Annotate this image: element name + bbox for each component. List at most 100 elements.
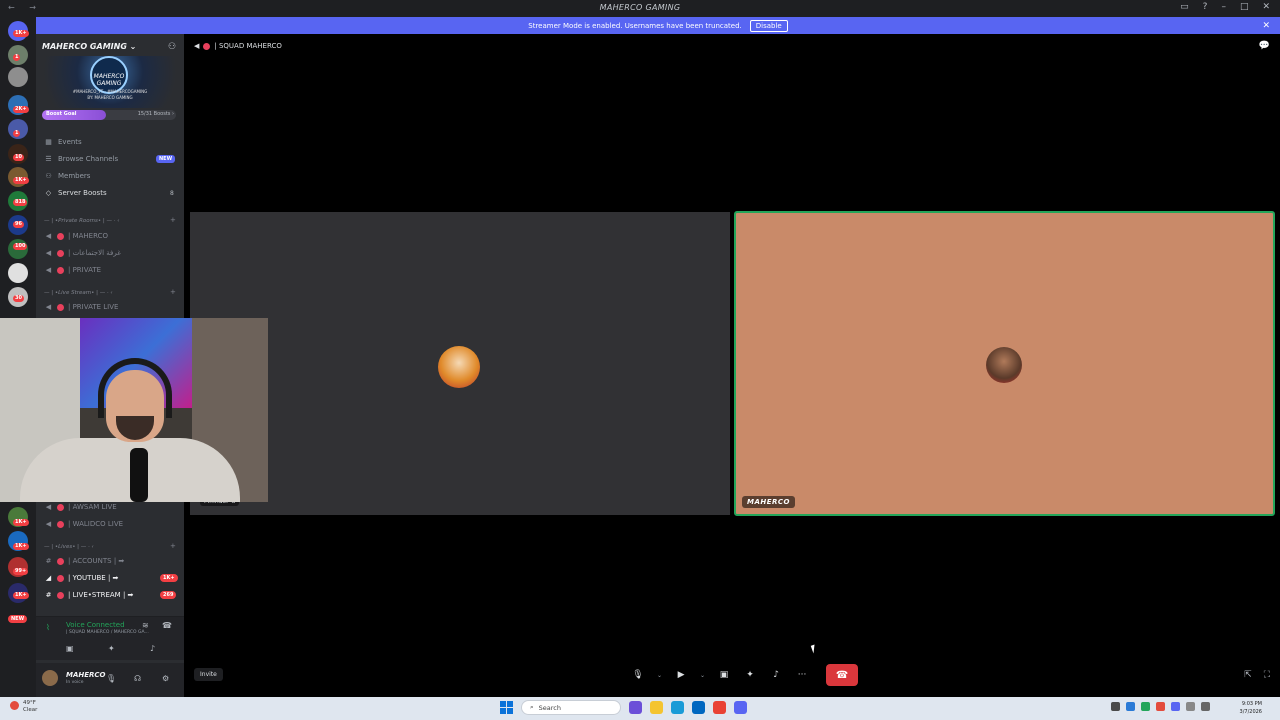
- text-channel-accounts[interactable]: # | ACCOUNTS | ➡: [44, 557, 125, 565]
- activities-icon[interactable]: ✦: [740, 665, 760, 685]
- fullscreen-icon[interactable]: ⛶: [1264, 670, 1270, 680]
- help-icon[interactable]: ?: [1203, 2, 1208, 12]
- tray-icon[interactable]: [1126, 702, 1135, 711]
- screen-share-icon[interactable]: ▣: [714, 665, 734, 685]
- activities-icon[interactable]: ✦: [108, 644, 115, 653]
- disable-streamer-mode-button[interactable]: Disable: [749, 19, 788, 32]
- inbox-icon[interactable]: ▭: [1180, 2, 1189, 12]
- user-status: In voice: [66, 680, 84, 685]
- server-banner-line: #MAHERCO_YT · #MAHERCOGAMING: [72, 89, 148, 94]
- voice-channel-meetings[interactable]: ◀ | غرفة الاجتماعات: [44, 249, 121, 257]
- user-panel: MAHERCO In voice 🎙 ☊ ⚙: [36, 663, 184, 697]
- participant-name-tag: MAHERCO: [742, 496, 796, 508]
- discord-icon[interactable]: [734, 701, 747, 714]
- server-icon[interactable]: [8, 263, 28, 283]
- participant-tile[interactable]: [190, 212, 730, 515]
- close-window-icon[interactable]: ✕: [1262, 2, 1270, 12]
- tray-icon[interactable]: [1111, 702, 1120, 711]
- store-icon[interactable]: [692, 701, 705, 714]
- voice-status[interactable]: Voice Connected: [66, 621, 125, 629]
- microphone-icon[interactable]: 🎙: [628, 665, 648, 685]
- members-item[interactable]: ⚇ Members: [44, 172, 90, 180]
- camera-off-icon[interactable]: ▶: [671, 665, 691, 685]
- voice-channel-awsam-live[interactable]: ◀ | AWSAM LIVE: [44, 503, 117, 511]
- mention-badge: 100: [13, 243, 28, 250]
- taskbar-search[interactable]: ⌕ Search: [521, 700, 621, 715]
- weather-icon: [10, 701, 19, 710]
- speaker-icon: ◀: [45, 503, 52, 511]
- chevron-down-icon[interactable]: ⌄: [697, 665, 708, 685]
- end-call-button[interactable]: ☎: [826, 664, 859, 686]
- announcement-icon: ◢: [45, 574, 52, 582]
- server-name-dropdown[interactable]: MAHERCO GAMING ⌄: [42, 42, 136, 51]
- chevron-down-icon[interactable]: ⌄: [654, 665, 665, 685]
- voice-call-area: ◀ | SQUAD MAHERCO 💬 M...ndoF a MAHERCO I…: [184, 34, 1280, 697]
- boost-goal-bar[interactable]: Boost Goal 15/31 Boosts ›: [42, 110, 176, 120]
- weather-widget[interactable]: 49°F Clear: [10, 700, 37, 714]
- mention-badge: 1K+: [13, 177, 29, 184]
- participant-tile-speaking[interactable]: MAHERCO: [734, 211, 1275, 516]
- call-controls: 🎙 ⌄ ▶ ⌄ ▣ ✦ ♪ ··· ☎: [628, 664, 859, 686]
- edge-icon[interactable]: [671, 701, 684, 714]
- close-banner-icon[interactable]: ✕: [1262, 21, 1270, 31]
- server-icon[interactable]: [8, 67, 28, 87]
- create-channel-icon[interactable]: +: [170, 542, 176, 550]
- category-private-rooms[interactable]: — | •Private Rooms• | — · ‹: [44, 218, 119, 224]
- server-boosts-item[interactable]: ◇ Server Boosts: [44, 189, 107, 197]
- noise-suppression-icon[interactable]: ≋: [142, 621, 149, 630]
- copilot-icon[interactable]: [629, 701, 642, 714]
- invite-people-icon[interactable]: ⚇: [168, 42, 176, 52]
- voice-channel-maherco[interactable]: ◀ | MAHERCO: [44, 232, 108, 240]
- username[interactable]: MAHERCO: [66, 671, 106, 679]
- minimize-icon[interactable]: –: [1221, 2, 1226, 12]
- create-channel-icon[interactable]: +: [170, 288, 176, 296]
- headphones-icon[interactable]: ☊: [134, 674, 141, 683]
- disconnect-icon[interactable]: ☎: [162, 621, 172, 630]
- soundboard-icon[interactable]: ♪: [766, 665, 786, 685]
- soundboard-icon[interactable]: ♪: [150, 644, 155, 653]
- members-icon: ⚇: [45, 172, 52, 180]
- events-item[interactable]: ▦ Events: [44, 138, 82, 146]
- text-channel-livestream[interactable]: # | LIVE•STREAM | ➡: [44, 591, 134, 599]
- call-header: ◀ | SQUAD MAHERCO: [194, 42, 282, 50]
- boost-goal-label: Boost Goal: [46, 111, 77, 117]
- boost-gem-icon: ◇: [45, 189, 52, 197]
- mention-badge: 10: [13, 154, 24, 161]
- taskbar-clock[interactable]: 9:03 PM 3/7/2026: [1240, 700, 1262, 716]
- tray-icon[interactable]: [1141, 702, 1150, 711]
- chrome-icon[interactable]: [713, 701, 726, 714]
- category-live-stream[interactable]: — | •Live Stream• | — · ‹: [44, 290, 113, 296]
- create-channel-icon[interactable]: +: [170, 216, 176, 224]
- boost-count: 15/31 Boosts ›: [137, 111, 174, 117]
- tray-icon[interactable]: [1156, 702, 1165, 711]
- banner-text: Streamer Mode is enabled. Usernames have…: [528, 21, 742, 30]
- avatar[interactable]: [42, 670, 58, 686]
- windows-start-icon[interactable]: [500, 701, 513, 714]
- participant-avatar: [438, 346, 480, 388]
- browse-channels-item[interactable]: ☰ Browse Channels: [44, 155, 118, 163]
- settings-gear-icon[interactable]: ⚙: [162, 674, 169, 683]
- screen-share-icon[interactable]: ▣: [66, 644, 74, 653]
- calendar-icon: ▦: [45, 138, 52, 146]
- pop-out-icon[interactable]: ⇱: [1244, 670, 1252, 680]
- volume-icon[interactable]: [1201, 702, 1210, 711]
- chat-bubble-icon[interactable]: 💬: [1259, 41, 1270, 51]
- voice-channel-private-live[interactable]: ◀ | PRIVATE LIVE: [44, 303, 119, 311]
- more-options-icon[interactable]: ···: [792, 665, 812, 685]
- voice-channel-link[interactable]: | SQUAD MAHERCO / MAHERCO GA...: [66, 630, 149, 635]
- speaker-icon: ◀: [45, 232, 52, 240]
- voice-channel-private[interactable]: ◀ | PRIVATE: [44, 266, 101, 274]
- category-lives[interactable]: — | •Lives• | — · ‹: [44, 544, 94, 550]
- new-badge: NEW: [156, 155, 176, 163]
- wifi-icon[interactable]: [1186, 702, 1195, 711]
- file-explorer-icon[interactable]: [650, 701, 663, 714]
- tray-icon[interactable]: [1171, 702, 1180, 711]
- maximize-icon[interactable]: □: [1240, 2, 1249, 12]
- microphone-icon[interactable]: 🎙: [106, 674, 116, 683]
- invite-button[interactable]: Invite: [194, 668, 223, 681]
- mention-badge: 96: [13, 221, 24, 228]
- text-channel-youtube[interactable]: ◢ | YOUTUBE | ➡: [44, 574, 119, 582]
- voice-channel-walidco-live[interactable]: ◀ | WALIDCO LIVE: [44, 520, 123, 528]
- boosts-count: 8: [170, 190, 174, 197]
- participant-avatar: [986, 347, 1022, 383]
